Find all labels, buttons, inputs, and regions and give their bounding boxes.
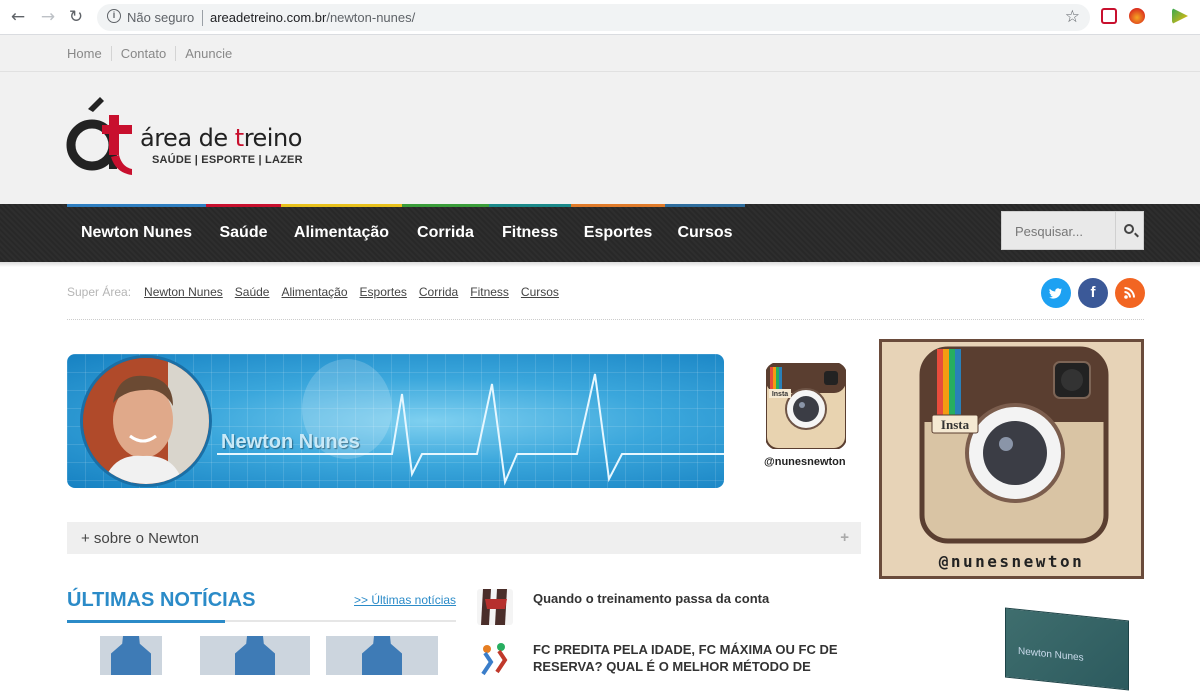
site-header: área de treino SAÚDE | ESPORTE | LAZER: [0, 72, 1200, 204]
facebook-icon[interactable]: f: [1078, 278, 1108, 308]
nav-item-fitness[interactable]: Fitness: [489, 204, 571, 262]
book-title: Newton Nunes: [1018, 645, 1084, 664]
top-links: Home Contato Anuncie: [67, 46, 241, 61]
about-accordion-label: + sobre o Newton: [81, 530, 199, 547]
thumbnail-figure: [111, 636, 151, 675]
search-button[interactable]: [1115, 212, 1143, 249]
url-domain: areadetreino.com.br: [210, 10, 327, 25]
top-links-bar: Home Contato Anuncie: [0, 35, 1200, 72]
news-thumbnail[interactable]: [326, 636, 438, 675]
logo-text-prefix: área de: [140, 124, 235, 152]
top-link-anuncie[interactable]: Anuncie: [175, 46, 241, 61]
search-icon: [1124, 224, 1134, 234]
nav-item-corrida[interactable]: Corrida: [402, 204, 489, 262]
instagram-small-icon[interactable]: Insta: [766, 363, 846, 449]
super-area-link[interactable]: Cursos: [521, 285, 559, 299]
book-ad[interactable]: Newton Nunes: [1005, 607, 1129, 691]
url-path: /newton-nunes/: [326, 10, 416, 25]
nav-item-accent: [206, 204, 281, 207]
about-accordion[interactable]: + sobre o Newton +: [67, 522, 861, 554]
nav-item-esportes[interactable]: Esportes: [571, 204, 665, 262]
super-area-links: Super Área: Newton Nunes Saúde Alimentaç…: [67, 285, 571, 299]
news-thumbnail[interactable]: [200, 636, 310, 675]
nav-item-label: Fitness: [501, 224, 558, 241]
news-item-title[interactable]: Quando o treinamento passa da conta: [533, 590, 853, 607]
rss-icon[interactable]: [1115, 278, 1145, 308]
news-item-image: [477, 640, 513, 676]
address-bar[interactable]: i Não seguro areadetreino.com.br/newton-…: [97, 4, 1090, 31]
nav-item-accent: [489, 204, 571, 207]
nav-item-cursos[interactable]: Cursos: [665, 204, 745, 262]
latest-news-rule-accent: [67, 620, 225, 623]
instagram-handle-small[interactable]: @nunesnewton: [764, 456, 846, 468]
super-area-link[interactable]: Fitness: [470, 285, 509, 299]
nav-item-label: Corrida: [417, 224, 474, 241]
nav-item-accent: [571, 204, 665, 207]
twitter-icon[interactable]: [1041, 278, 1071, 308]
author-photo: [83, 358, 209, 484]
thumbnail-figure: [362, 636, 402, 675]
nav-item-accent: [281, 204, 402, 207]
author-banner: Newton Nunes: [67, 354, 724, 488]
instagram-handle-big: @nunesnewton: [938, 552, 1085, 571]
expand-plus-icon[interactable]: +: [840, 529, 849, 546]
super-area-link[interactable]: Saúde: [235, 285, 270, 299]
top-link-home[interactable]: Home: [67, 46, 111, 61]
search-box[interactable]: Pesquisar...: [1001, 211, 1144, 250]
bookmark-star-icon[interactable]: ☆: [1065, 7, 1080, 27]
latest-news-heading: ÚLTIMAS NOTÍCIAS: [67, 589, 256, 611]
heartbeat-graphic: [217, 359, 724, 486]
instagram-ad[interactable]: Insta @nunesnewton: [879, 339, 1144, 579]
browser-toolbar: ← → ↻ i Não seguro areadetreino.com.br/n…: [0, 0, 1200, 35]
nav-item-accent: [402, 204, 489, 207]
nav-shadow: [0, 262, 1200, 267]
logo-mark-icon[interactable]: [66, 95, 136, 177]
author-avatar: [80, 355, 212, 487]
banner-author-name: Newton Nunes: [221, 431, 360, 453]
nav-item-label: Cursos: [677, 224, 733, 241]
nav-item-label: Saúde: [219, 224, 268, 241]
super-area-link[interactable]: Alimentação: [281, 285, 347, 299]
super-area-link[interactable]: Esportes: [360, 285, 407, 299]
security-label: Não seguro: [127, 10, 195, 25]
instagram-big-icon: Insta: [919, 346, 1109, 544]
logo-text-accent: t: [234, 124, 244, 152]
logo-text-suffix: reino: [243, 124, 303, 152]
thumbnail-figure: [235, 636, 275, 675]
top-link-contato[interactable]: Contato: [110, 46, 176, 61]
nav-item-accent: [67, 204, 206, 207]
reload-icon[interactable]: ↻: [66, 7, 86, 27]
instagram-big-badge: Insta: [941, 417, 970, 432]
nav-item-saude[interactable]: Saúde: [206, 204, 281, 262]
url-text[interactable]: areadetreino.com.br/newton-nunes/: [210, 10, 415, 25]
nav-item-label: Esportes: [583, 224, 653, 241]
info-icon[interactable]: i: [107, 9, 121, 23]
twitter-bird-glyph: [1049, 288, 1062, 299]
play-extension-icon[interactable]: [1172, 8, 1188, 24]
rss-glyph: [1124, 287, 1135, 299]
logo-text[interactable]: área de treino: [140, 124, 302, 152]
instagram-small-badge: Insta: [772, 391, 788, 398]
super-area-label: Super Área:: [67, 285, 132, 299]
news-item-image: [477, 589, 513, 625]
section-divider: [67, 319, 1144, 320]
search-input[interactable]: Pesquisar...: [1015, 224, 1083, 239]
logo-tagline: SAÚDE | ESPORTE | LAZER: [152, 154, 303, 166]
back-icon[interactable]: ←: [8, 7, 28, 27]
nav-item-newton-nunes[interactable]: Newton Nunes: [67, 204, 206, 262]
nav-item-label: Alimentação: [293, 224, 390, 241]
super-area-link[interactable]: Corrida: [419, 285, 458, 299]
super-area-link[interactable]: Newton Nunes: [144, 285, 223, 299]
pocket-extension-icon[interactable]: [1101, 8, 1117, 24]
news-thumbnail[interactable]: [100, 636, 162, 675]
fire-extension-icon[interactable]: [1129, 8, 1145, 24]
nav-item-alimentacao[interactable]: Alimentação: [281, 204, 402, 262]
nav-item-label: Newton Nunes: [80, 224, 193, 241]
news-item-title[interactable]: FC PREDITA PELA IDADE, FC MÁXIMA OU FC D…: [533, 641, 853, 675]
forward-icon[interactable]: →: [38, 7, 58, 27]
address-separator: [202, 10, 203, 26]
latest-news-link[interactable]: >> Últimas notícias: [354, 593, 456, 607]
nav-item-accent: [665, 204, 745, 207]
